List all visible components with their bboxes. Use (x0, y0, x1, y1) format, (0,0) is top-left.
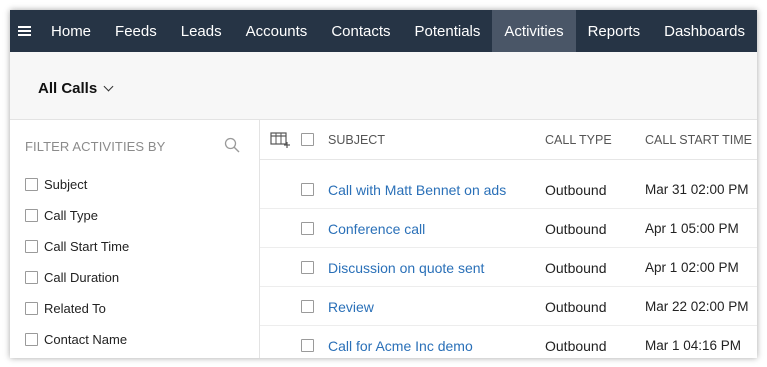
crm-window: Home Feeds Leads Accounts Contacts Poten… (10, 10, 757, 358)
row-call-start-time: Mar 31 02:00 PM (645, 182, 749, 197)
filter-item-subject[interactable]: Subject (25, 177, 87, 192)
nav-item-reports[interactable]: Reports (576, 10, 653, 52)
row-call-type: Outbound (545, 221, 607, 237)
row-checkbox[interactable] (301, 222, 314, 235)
filter-item-label: Call Type (44, 208, 98, 223)
row-call-start-time: Mar 1 04:16 PM (645, 338, 742, 353)
filter-item-label: Related To (44, 301, 106, 316)
column-settings-icon[interactable] (270, 131, 290, 149)
view-selector-label: All Calls (38, 80, 98, 97)
filter-item-label: Call Start Time (44, 239, 130, 254)
row-subject-link[interactable]: Conference call (328, 221, 425, 237)
table-row[interactable]: Call with Matt Bennet on ads Outbound Ma… (260, 170, 757, 209)
row-call-start-time: Apr 1 05:00 PM (645, 221, 739, 236)
nav-item-dashboards[interactable]: Dashboards (652, 10, 757, 52)
row-call-start-time: Apr 1 02:00 PM (645, 260, 739, 275)
filter-item-label: Contact Name (44, 332, 128, 347)
filter-item-contact-name[interactable]: Contact Name (25, 332, 127, 347)
nav-item-contacts[interactable]: Contacts (319, 10, 402, 52)
row-subject-link[interactable]: Discussion on quote sent (328, 260, 484, 276)
filter-checkbox[interactable] (25, 178, 38, 191)
row-call-type: Outbound (545, 299, 607, 315)
column-header-subject[interactable]: SUBJECT (328, 133, 385, 147)
row-subject-link[interactable]: Review (328, 299, 374, 315)
column-header-call-type[interactable]: CALL TYPE (545, 133, 612, 147)
row-call-start-time: Mar 22 02:00 PM (645, 299, 749, 314)
table-row[interactable]: Discussion on quote sent Outbound Apr 1 … (260, 248, 757, 287)
filter-item-call-duration[interactable]: Call Duration (25, 270, 119, 285)
row-call-type: Outbound (545, 260, 607, 276)
nav-item-home[interactable]: Home (39, 10, 103, 52)
filter-title: FILTER ACTIVITIES BY (25, 139, 166, 154)
view-header: All Calls (10, 52, 757, 120)
column-header-call-start-time[interactable]: CALL START TIME (645, 133, 752, 147)
chevron-down-icon (103, 81, 114, 92)
filter-sidebar: FILTER ACTIVITIES BY Subject Call Type C… (10, 120, 260, 358)
row-call-type: Outbound (545, 182, 607, 198)
filter-checkbox[interactable] (25, 209, 38, 222)
row-checkbox[interactable] (301, 300, 314, 313)
table-row[interactable]: Conference call Outbound Apr 1 05:00 PM (260, 209, 757, 248)
table-row[interactable]: Call for Acme Inc demo Outbound Mar 1 04… (260, 326, 757, 358)
row-checkbox[interactable] (301, 183, 314, 196)
nav-item-accounts[interactable]: Accounts (234, 10, 320, 52)
filter-checkbox[interactable] (25, 240, 38, 253)
search-icon[interactable] (224, 137, 240, 153)
view-selector-dropdown[interactable]: All Calls (38, 80, 114, 97)
top-navigation-bar: Home Feeds Leads Accounts Contacts Poten… (10, 10, 757, 52)
nav-item-feeds[interactable]: Feeds (103, 10, 169, 52)
filter-checkbox[interactable] (25, 302, 38, 315)
hamburger-menu-button[interactable] (10, 10, 39, 52)
row-subject-link[interactable]: Call with Matt Bennet on ads (328, 182, 506, 198)
select-all-checkbox[interactable] (301, 133, 314, 146)
filter-item-label: Call Duration (44, 270, 120, 285)
calls-table: SUBJECT CALL TYPE CALL START TIME Call w… (260, 120, 757, 358)
row-checkbox[interactable] (301, 339, 314, 352)
filter-checkbox[interactable] (25, 271, 38, 284)
filter-checkbox[interactable] (25, 333, 38, 346)
nav-item-potentials[interactable]: Potentials (403, 10, 493, 52)
table-header: SUBJECT CALL TYPE CALL START TIME (260, 120, 757, 160)
nav-item-leads[interactable]: Leads (169, 10, 234, 52)
row-checkbox[interactable] (301, 261, 314, 274)
filter-item-label: Subject (44, 177, 88, 192)
filter-item-call-start-time[interactable]: Call Start Time (25, 239, 129, 254)
nav-item-activities[interactable]: Activities (492, 10, 576, 52)
table-row[interactable]: Review Outbound Mar 22 02:00 PM (260, 287, 757, 326)
hamburger-icon (18, 26, 31, 36)
filter-item-related-to[interactable]: Related To (25, 301, 106, 316)
filter-item-call-type[interactable]: Call Type (25, 208, 98, 223)
row-call-type: Outbound (545, 338, 607, 354)
row-subject-link[interactable]: Call for Acme Inc demo (328, 338, 473, 354)
